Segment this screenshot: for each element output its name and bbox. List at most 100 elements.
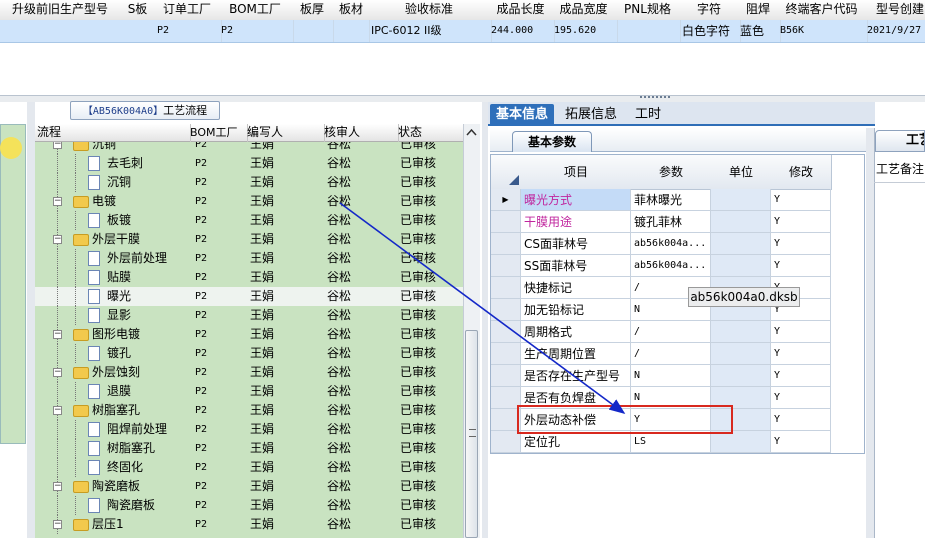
top-header-10[interactable]: 字符 [680,0,739,21]
param-row[interactable]: SS面菲林号 ab56k004a... Y [491,255,864,277]
param-modify[interactable]: Y [771,211,831,233]
workflow-row[interactable]: 树脂塞孔 P2 王娟 谷松 已审核 [35,439,463,458]
top-grid-row[interactable]: P2 P2 IPC-6012 II级 244.000 195.620 白色字符 … [0,20,925,43]
workflow-row[interactable]: 显影 P2 王娟 谷松 已审核 [35,306,463,325]
param-unit[interactable] [711,365,771,387]
workflow-row[interactable]: 沉铜 P2 王娟 谷松 已审核 [35,173,463,192]
collapse-icon[interactable]: − [53,235,62,244]
header-writer[interactable]: 编写人 [245,124,325,142]
param-unit[interactable] [711,255,771,277]
param-unit[interactable] [711,211,771,233]
param-value[interactable]: N [631,365,711,387]
collapse-icon[interactable]: − [53,482,62,491]
top-header-1[interactable]: S板 [120,0,156,21]
top-header-6[interactable]: 验收标准 [369,0,490,21]
tab-process[interactable]: 工艺 [875,130,925,152]
workflow-row[interactable]: 贴膜 P2 王娟 谷松 已审核 [35,268,463,287]
collapse-icon[interactable]: − [53,368,62,377]
param-row[interactable]: 定位孔 LS Y [491,431,864,453]
param-header-modify[interactable]: 修改 [771,155,832,190]
header-process[interactable]: 流程 [35,124,191,142]
param-row[interactable]: 生产周期位置 / Y [491,343,864,365]
param-modify[interactable]: Y [771,365,831,387]
top-header-13[interactable]: 型号创建 [865,0,925,21]
param-unit[interactable] [711,321,771,343]
param-modify[interactable]: Y [771,233,831,255]
workflow-tab[interactable]: 【AB56K004A0】工艺流程 [70,101,220,120]
tab-extended-info[interactable]: 拓展信息 [560,104,622,126]
collapse-icon[interactable]: − [53,197,62,206]
workflow-row[interactable]: 去毛刺 P2 王娟 谷松 已审核 [35,154,463,173]
param-row[interactable]: 快捷标记/Y [491,277,864,299]
collapse-icon[interactable]: − [53,406,62,415]
top-header-12[interactable]: 终端客户代码 [778,0,866,21]
workflow-row[interactable]: 终固化 P2 王娟 谷松 已审核 [35,458,463,477]
header-status[interactable]: 状态 [396,124,465,142]
top-header-8[interactable]: 成品宽度 [552,0,616,21]
param-modify[interactable]: Y [771,409,831,431]
param-value[interactable]: 菲林曝光 [631,189,711,211]
tab-basic-params[interactable]: 基本参数 [512,131,592,152]
workflow-row[interactable]: − 电镀 P2 王娟 谷松 已审核 [35,192,463,211]
top-header-5[interactable]: 板材 [333,0,370,21]
param-row[interactable]: 周期格式 / Y [491,321,864,343]
param-unit[interactable] [711,343,771,365]
tab-basic-info[interactable]: 基本信息 [490,104,554,126]
workflow-row[interactable]: 板镀 P2 王娟 谷松 已审核 [35,211,463,230]
top-header-3[interactable]: BOM工厂 [219,0,292,21]
collapse-icon[interactable]: − [53,520,62,529]
tab-work-hours[interactable]: 工时 [628,104,668,126]
workflow-row[interactable]: − 树脂塞孔 P2 王娟 谷松 已审核 [35,401,463,420]
workflow-row[interactable]: − 层压1 P2 王娟 谷松 已审核 [35,515,463,534]
param-value[interactable]: LS [631,431,711,453]
header-bom-factory[interactable]: BOM工厂 [188,124,248,142]
workflow-scrollbar-thumb[interactable] [465,330,478,538]
param-unit[interactable] [711,431,771,453]
scroll-up-icon[interactable] [466,127,477,138]
param-unit[interactable] [711,189,771,211]
workflow-row[interactable]: 曝光 P2 王娟 谷松 已审核 [35,287,463,306]
workflow-row[interactable]: − 沉铜 P2 王娟 谷松 已审核 [35,142,463,154]
param-modify[interactable]: Y [771,343,831,365]
left-splitter[interactable] [27,102,35,538]
top-header-9[interactable]: PNL规格 [615,0,681,21]
param-value[interactable]: / [631,321,711,343]
param-row[interactable]: ▶ 曝光方式 菲林曝光 Y [491,189,864,211]
top-header-4[interactable]: 板厚 [291,0,334,21]
param-header-value[interactable]: 参数 [631,155,712,190]
workflow-row[interactable]: 退膜 P2 王娟 谷松 已审核 [35,382,463,401]
param-value[interactable]: ab56k004a... [631,255,711,277]
workflow-row[interactable]: 阻焊前处理 P2 王娟 谷松 已审核 [35,420,463,439]
collapse-icon[interactable]: − [53,330,62,339]
collapse-icon[interactable]: − [53,142,62,149]
workflow-row[interactable]: 陶瓷磨板 P2 王娟 谷松 已审核 [35,496,463,515]
top-header-0[interactable]: 升级前旧生产型号 [0,0,121,21]
param-row[interactable]: 加无铅标记 N Y [491,299,864,321]
workflow-row[interactable]: − 图形电镀 P2 王娟 谷松 已审核 [35,325,463,344]
workflow-row[interactable]: 外层前处理 P2 王娟 谷松 已审核 [35,249,463,268]
param-header-item[interactable]: 项目 [521,155,632,190]
top-header-7[interactable]: 成品长度 [489,0,553,21]
param-row[interactable]: 是否存在生产型号 N Y [491,365,864,387]
param-modify[interactable]: Y [771,387,831,409]
param-modify[interactable]: Y [771,255,831,277]
workflow-row[interactable]: 镀孔 P2 王娟 谷松 已审核 [35,344,463,363]
param-modify[interactable]: Y [771,189,831,211]
workflow-row[interactable]: − 外层蚀刻 P2 王娟 谷松 已审核 [35,363,463,382]
param-unit[interactable] [711,233,771,255]
param-value[interactable]: ab56k004a... [631,233,711,255]
header-reviewer[interactable]: 核审人 [322,124,399,142]
workflow-row[interactable]: − 外层干膜 P2 王娟 谷松 已审核 [35,230,463,249]
vertical-splitter[interactable] [482,102,488,538]
param-header-unit[interactable]: 单位 [711,155,772,190]
param-row[interactable]: CS面菲林号 ab56k004a... Y [491,233,864,255]
param-value[interactable]: / [631,343,711,365]
top-header-2[interactable]: 订单工厂 [155,0,220,21]
right-splitter[interactable] [866,128,874,538]
param-value[interactable]: 镀孔菲林 [631,211,711,233]
param-row[interactable]: 干膜用途 镀孔菲林 Y [491,211,864,233]
workflow-row[interactable]: − 陶瓷磨板 P2 王娟 谷松 已审核 [35,477,463,496]
param-modify[interactable]: Y [771,431,831,453]
param-modify[interactable]: Y [771,321,831,343]
top-header-11[interactable]: 阻焊 [738,0,779,21]
